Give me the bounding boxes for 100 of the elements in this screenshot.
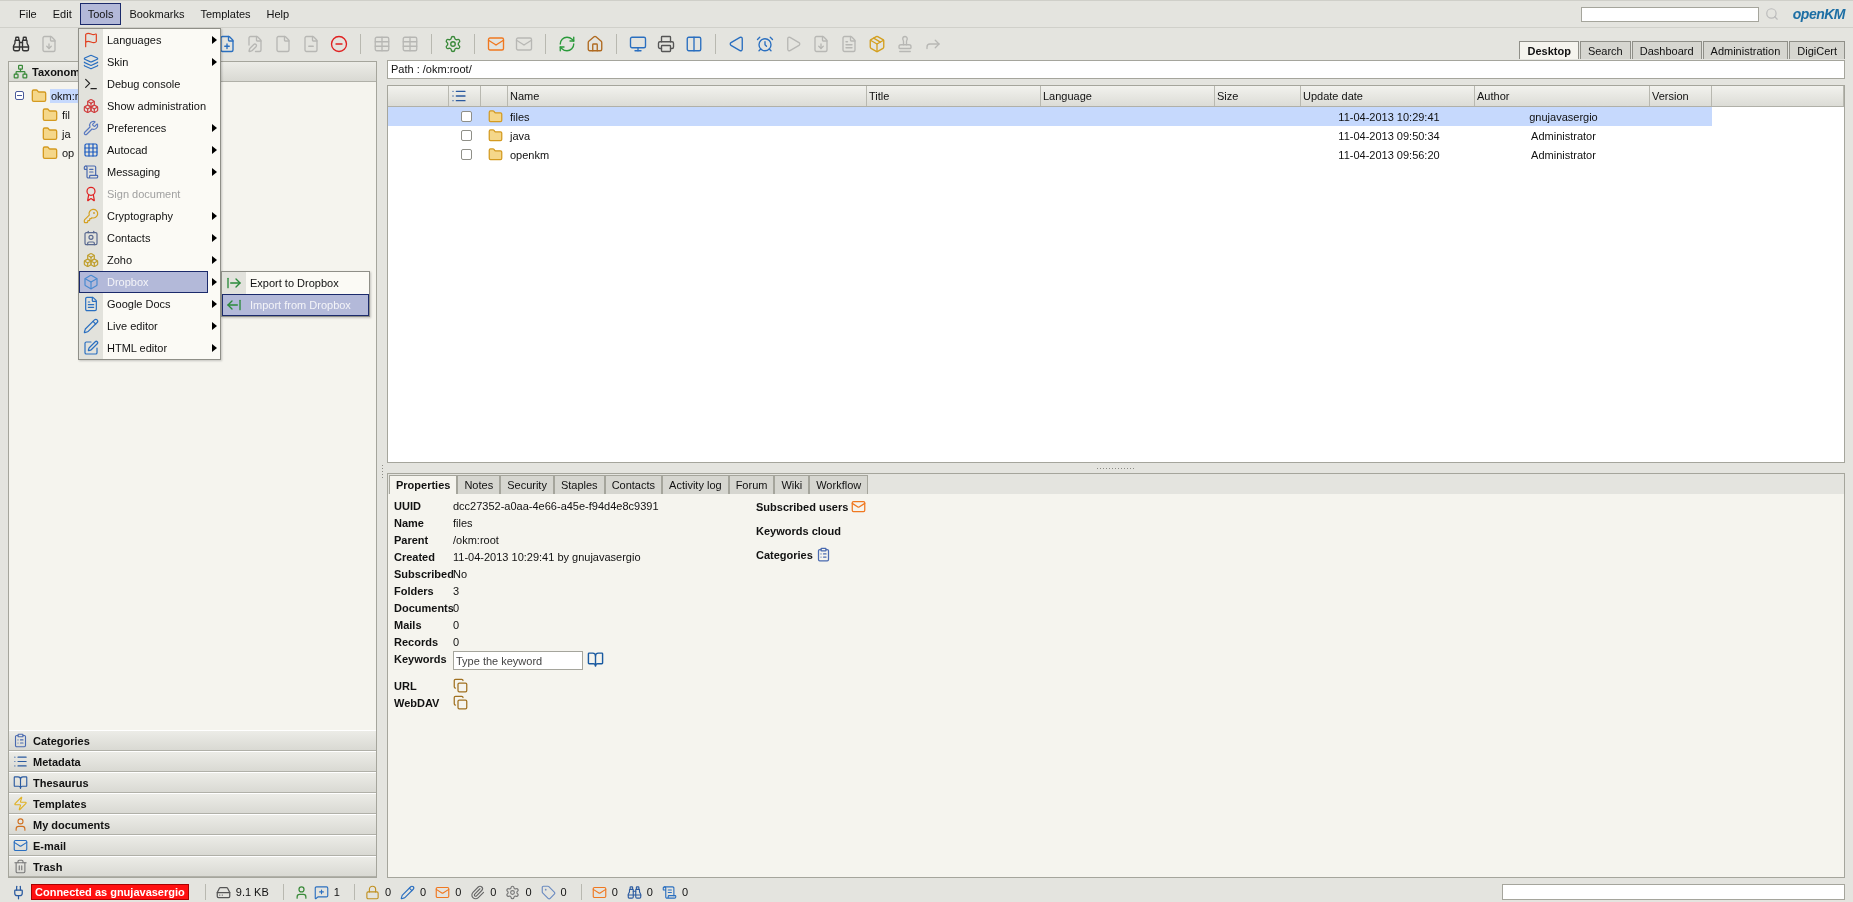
- column-header[interactable]: Version: [1652, 90, 1689, 102]
- counter: 0: [455, 886, 462, 898]
- column-header[interactable]: Size: [1217, 90, 1239, 102]
- refresh-button[interactable]: [558, 34, 576, 53]
- back-arrow-button[interactable]: [728, 34, 746, 53]
- mail-add-button[interactable]: [487, 34, 505, 53]
- folder-icon: [42, 144, 58, 161]
- tree-item[interactable]: okm:r: [50, 88, 80, 103]
- search-field[interactable]: [1580, 6, 1759, 22]
- view-tab[interactable]: DigiCert: [1789, 41, 1845, 59]
- checkbox[interactable]: [460, 149, 472, 160]
- tab[interactable]: Wiki: [774, 475, 810, 494]
- tab[interactable]: Properties: [389, 475, 458, 494]
- checkbox[interactable]: [460, 111, 472, 122]
- search-icon[interactable]: [1764, 7, 1779, 21]
- home-button[interactable]: [586, 34, 604, 53]
- menu-item[interactable]: Live editor: [79, 315, 208, 337]
- view-tab[interactable]: Desktop: [1519, 41, 1579, 59]
- tree-item[interactable]: fil: [61, 107, 71, 122]
- accordion-item[interactable]: Templates: [9, 793, 376, 814]
- tab[interactable]: Contacts: [604, 475, 663, 494]
- table-row[interactable]: java 11-04-2013 09:50:34 Administrator: [388, 126, 1712, 145]
- menu-item[interactable]: HTML editor: [79, 337, 208, 359]
- menu-item[interactable]: Help: [258, 3, 298, 25]
- book-icon[interactable]: [587, 651, 604, 668]
- wrench-icon: [83, 120, 99, 136]
- menu-item[interactable]: Skin: [79, 51, 208, 73]
- tab[interactable]: Staples: [553, 475, 605, 494]
- mail-icon[interactable]: [851, 499, 867, 514]
- gear-icon: [505, 884, 521, 900]
- menu-item[interactable]: Languages: [79, 29, 208, 51]
- tab[interactable]: Activity log: [662, 475, 729, 494]
- menu-item[interactable]: Edit: [44, 3, 80, 25]
- table-cell: 11-04-2013 09:56:20: [1338, 148, 1440, 161]
- refresh-icon: [558, 34, 576, 53]
- column-header[interactable]: Author: [1477, 90, 1510, 102]
- lock-icon: [364, 884, 380, 900]
- accordion-item[interactable]: Trash: [9, 856, 376, 877]
- boxes-icon: [83, 98, 99, 114]
- accordion-item[interactable]: Categories: [9, 730, 376, 751]
- package-button[interactable]: [868, 34, 886, 53]
- table-cell: Administrator: [1531, 148, 1596, 161]
- copy-icon[interactable]: [453, 695, 468, 710]
- splitter-handle[interactable]: [1096, 466, 1136, 470]
- checkbox[interactable]: [460, 130, 472, 141]
- menu-item[interactable]: Zoho: [79, 249, 208, 271]
- gear-button[interactable]: [444, 34, 462, 53]
- menu-item[interactable]: File: [11, 3, 45, 25]
- tab[interactable]: Forum: [728, 475, 775, 494]
- menu-item[interactable]: Messaging: [79, 161, 208, 183]
- tree-item[interactable]: ja: [61, 126, 72, 141]
- printer-button[interactable]: [657, 34, 675, 53]
- columns-icon[interactable]: [451, 88, 467, 104]
- copy-icon[interactable]: [453, 678, 468, 693]
- menu-item[interactable]: Templates: [192, 3, 259, 25]
- column-header[interactable]: Title: [869, 90, 890, 102]
- tree-item[interactable]: op: [61, 145, 76, 160]
- menu-item[interactable]: Google Docs: [79, 293, 208, 315]
- view-tab[interactable]: Administration: [1702, 41, 1789, 59]
- accordion-item[interactable]: Metadata: [9, 751, 376, 772]
- clipboard-icon[interactable]: [815, 547, 831, 562]
- printer-icon: [657, 34, 675, 53]
- column-header[interactable]: Update date: [1303, 90, 1363, 102]
- collapse-icon[interactable]: [15, 91, 24, 100]
- table-row[interactable]: files 11-04-2013 10:29:41 gnujavasergio: [388, 107, 1712, 126]
- menu-item[interactable]: Autocad: [79, 139, 208, 161]
- menu-item[interactable]: Debug console: [79, 73, 208, 95]
- menu-item[interactable]: Preferences: [79, 117, 208, 139]
- menu-item[interactable]: Bookmarks: [121, 3, 193, 25]
- menu-item[interactable]: Tools: [79, 3, 122, 25]
- view-tab[interactable]: Search: [1579, 41, 1631, 59]
- accordion-item[interactable]: Thesaurus: [9, 772, 376, 793]
- add-document-button[interactable]: [218, 34, 236, 53]
- menu-item[interactable]: Show administration: [79, 95, 208, 117]
- column-header[interactable]: Name: [510, 90, 540, 102]
- tab[interactable]: Security: [500, 475, 554, 494]
- status-field[interactable]: [1502, 884, 1845, 900]
- delete-button[interactable]: [330, 34, 348, 53]
- binoculars-button[interactable]: [12, 34, 30, 53]
- screen-button[interactable]: [629, 34, 647, 53]
- menu-item[interactable]: Contacts: [79, 227, 208, 249]
- disk-usage: 9.1 KB: [235, 886, 269, 898]
- column-header[interactable]: Language: [1043, 90, 1092, 102]
- tab[interactable]: Workflow: [809, 475, 869, 494]
- menu-item[interactable]: Export to Dropbox: [222, 272, 369, 294]
- folder-icon: [42, 125, 58, 142]
- view-tab[interactable]: Dashboard: [1631, 41, 1702, 59]
- accordion-item[interactable]: My documents: [9, 814, 376, 835]
- table-cell: java: [510, 129, 531, 142]
- accordion-label: Categories: [33, 734, 90, 747]
- splitter-handle[interactable]: [380, 463, 384, 478]
- tab[interactable]: Notes: [457, 475, 501, 494]
- accordion-item[interactable]: E-mail: [9, 835, 376, 856]
- alarm-clock-button[interactable]: [756, 34, 774, 53]
- field-label: Folders: [394, 584, 435, 599]
- counter: 0: [490, 886, 497, 898]
- menu-item[interactable]: Cryptography: [79, 205, 208, 227]
- table-row[interactable]: openkm 11-04-2013 09:56:20 Administrator: [388, 145, 1712, 164]
- keyword-field[interactable]: Type the keyword: [453, 651, 583, 670]
- split-view-button[interactable]: [685, 34, 703, 53]
